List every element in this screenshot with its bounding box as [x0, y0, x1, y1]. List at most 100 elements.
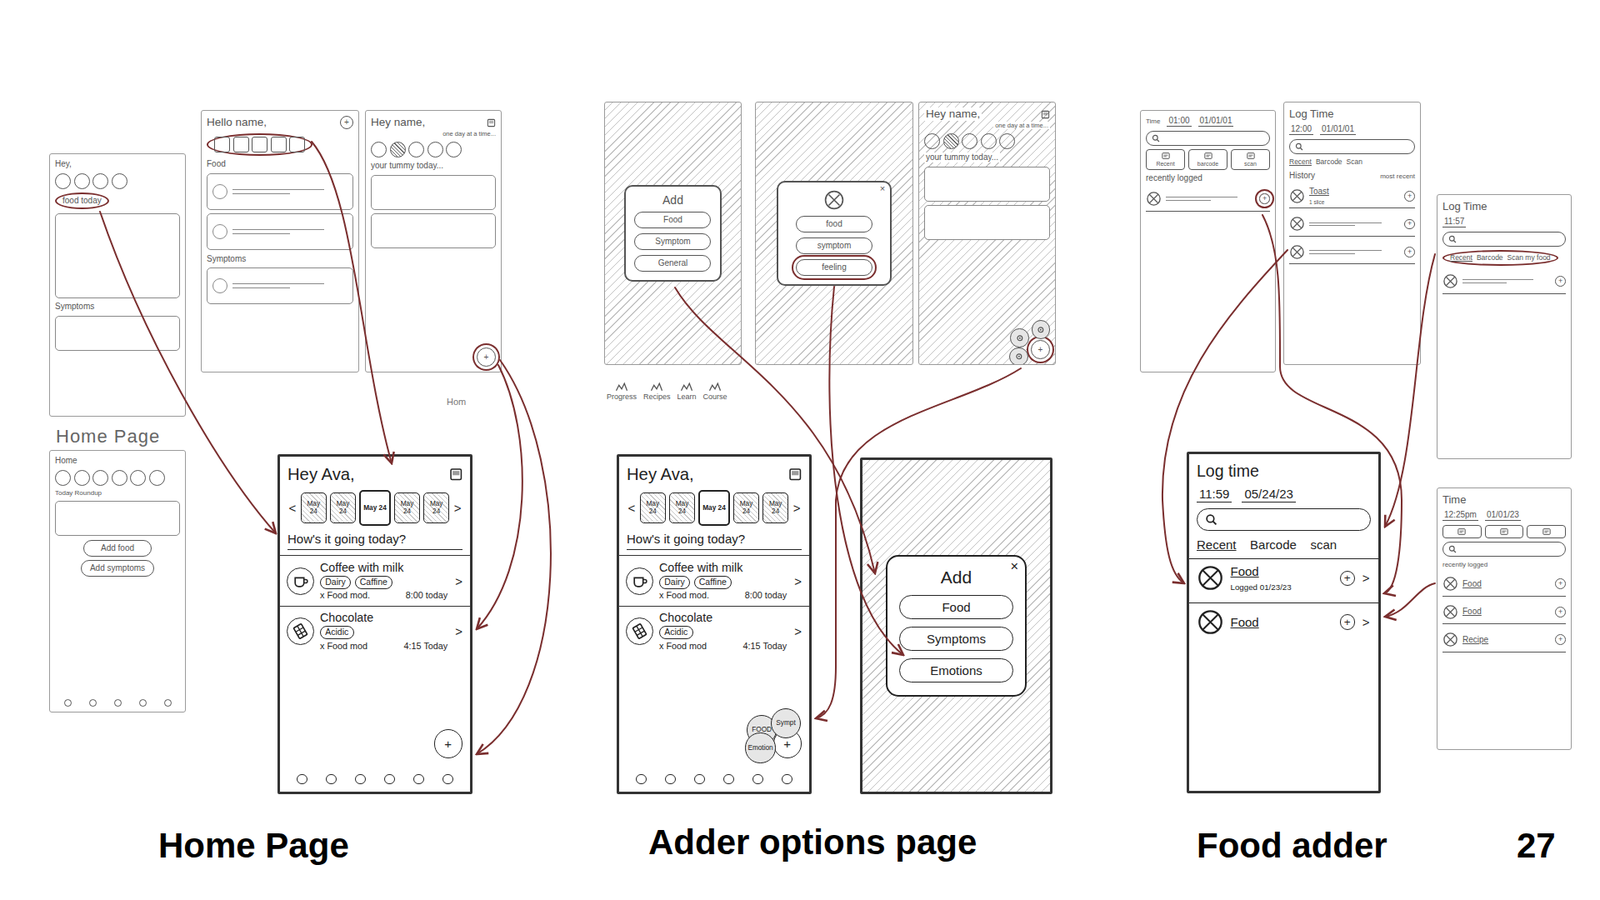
- tab-bar-item[interactable]: Recipes: [643, 381, 671, 402]
- date-chip[interactable]: May 24: [640, 492, 666, 523]
- food-entry[interactable]: Coffee with milk DairyCaffine x Food mod…: [619, 555, 810, 605]
- food-entry[interactable]: Coffee with milk DairyCaffine x Food mod…: [280, 555, 470, 605]
- day-marker[interactable]: [111, 470, 128, 486]
- open-chevron[interactable]: >: [1360, 570, 1371, 585]
- day-marker[interactable]: [214, 136, 230, 153]
- logged-item[interactable]: +: [1145, 187, 1270, 212]
- nav-item[interactable]: [781, 774, 793, 785]
- date-chip[interactable]: May 24: [698, 490, 730, 526]
- source-tab[interactable]: Barcode: [1250, 536, 1297, 554]
- day-marker[interactable]: [92, 470, 109, 486]
- day-marker[interactable]: [149, 470, 165, 486]
- tab-bar-item[interactable]: Learn: [677, 381, 697, 402]
- day-marker[interactable]: [427, 141, 444, 158]
- dialog-option[interactable]: food: [795, 215, 873, 233]
- dialog-option[interactable]: Symptoms: [899, 626, 1014, 651]
- day-marker[interactable]: [999, 133, 1015, 150]
- journal-icon[interactable]: [1040, 110, 1050, 120]
- add-button[interactable]: +: [1030, 340, 1050, 360]
- nav-item[interactable]: [635, 774, 647, 785]
- dialog-option[interactable]: feeling: [795, 259, 873, 276]
- nav-item[interactable]: [325, 774, 337, 785]
- dialog-option[interactable]: Food: [899, 595, 1014, 620]
- nav-item[interactable]: [64, 699, 72, 707]
- search-field[interactable]: [1442, 231, 1566, 247]
- day-marker[interactable]: [943, 133, 960, 150]
- open-chevron[interactable]: >: [1360, 615, 1371, 630]
- journal-icon[interactable]: [449, 467, 464, 482]
- prev-button[interactable]: <: [287, 500, 298, 515]
- source-tab[interactable]: [1485, 525, 1525, 539]
- open-chevron[interactable]: >: [793, 624, 804, 639]
- nav-item[interactable]: [355, 774, 366, 785]
- tab-bar-item[interactable]: Course: [703, 381, 728, 402]
- day-marker[interactable]: [74, 173, 90, 190]
- day-marker[interactable]: [924, 133, 940, 150]
- time-field[interactable]: 11:59: [1196, 486, 1232, 503]
- prev-button[interactable]: <: [626, 500, 637, 515]
- time-field[interactable]: 12:00: [1289, 124, 1314, 135]
- date-field[interactable]: 01/01/01: [1320, 124, 1356, 135]
- logged-item[interactable]: Food + >: [1189, 602, 1379, 641]
- dialog-option[interactable]: General: [634, 255, 711, 272]
- source-tab[interactable]: [1526, 525, 1566, 539]
- date-field[interactable]: 05/24/23: [1241, 486, 1295, 503]
- date-field[interactable]: 01/01/01: [1198, 115, 1235, 127]
- add-button[interactable]: +: [434, 729, 464, 759]
- add-button[interactable]: +: [1340, 614, 1355, 630]
- source-tab[interactable]: Recent: [1145, 149, 1185, 170]
- time-field[interactable]: 01:00: [1166, 115, 1191, 127]
- dialog-option[interactable]: Symptom: [634, 233, 711, 250]
- day-marker[interactable]: [370, 141, 387, 158]
- source-tab[interactable]: Scan: [1346, 157, 1363, 167]
- nav-item[interactable]: [413, 774, 425, 785]
- date-chip[interactable]: May 24: [762, 492, 789, 523]
- quick-add-option[interactable]: Emotion: [745, 732, 775, 763]
- open-chevron[interactable]: >: [454, 574, 465, 589]
- day-marker[interactable]: [445, 141, 462, 158]
- source-tab[interactable]: scan: [1230, 149, 1270, 170]
- day-marker[interactable]: [289, 136, 305, 153]
- nav-item[interactable]: [752, 774, 764, 785]
- add-button[interactable]: +: [1259, 193, 1270, 205]
- search-field[interactable]: [1145, 130, 1270, 146]
- entry-card[interactable]: [206, 173, 354, 210]
- day-marker[interactable]: [233, 136, 250, 153]
- search-field[interactable]: [1196, 508, 1371, 531]
- nav-item[interactable]: [665, 774, 676, 785]
- day-marker[interactable]: [961, 133, 978, 150]
- source-tab[interactable]: Recent: [1289, 157, 1312, 167]
- day-marker[interactable]: [92, 173, 109, 190]
- date-chip[interactable]: May 24: [300, 492, 327, 523]
- quick-add-option[interactable]: [1009, 347, 1029, 365]
- search-field[interactable]: [1289, 139, 1415, 155]
- day-marker[interactable]: [408, 141, 425, 158]
- logged-item[interactable]: +: [1442, 270, 1566, 295]
- quick-add-option[interactable]: [1010, 328, 1030, 348]
- logged-item[interactable]: Food Logged 01/23/23 + >: [1189, 558, 1379, 597]
- close-button[interactable]: ×: [880, 184, 885, 194]
- close-circle-icon[interactable]: [823, 189, 845, 211]
- daily-prompt[interactable]: How's it going today?: [626, 531, 802, 550]
- add-button[interactable]: +: [1404, 190, 1415, 202]
- date-chip[interactable]: May 24: [330, 492, 356, 523]
- day-marker[interactable]: [270, 136, 287, 153]
- dialog-option[interactable]: Emotions: [899, 658, 1014, 683]
- time-field[interactable]: 11:57: [1442, 216, 1466, 228]
- next-button[interactable]: >: [452, 500, 463, 515]
- source-tab[interactable]: Recent: [1450, 253, 1473, 263]
- add-button[interactable]: +: [1555, 578, 1566, 590]
- date-chip[interactable]: May 24: [394, 492, 420, 523]
- open-chevron[interactable]: >: [793, 574, 804, 589]
- time-field[interactable]: 12:25pm: [1442, 510, 1479, 521]
- dialog-option[interactable]: symptom: [795, 237, 873, 255]
- date-chip[interactable]: May 24: [669, 492, 695, 523]
- day-marker[interactable]: [55, 470, 71, 486]
- add-button[interactable]: +: [340, 115, 354, 130]
- logged-item[interactable]: +: [1289, 240, 1415, 265]
- logged-item[interactable]: Food +: [1442, 600, 1566, 625]
- logged-item[interactable]: Toast 1 slice +: [1289, 184, 1415, 209]
- action-pill[interactable]: Add food: [83, 540, 152, 557]
- food-entry[interactable]: Chocolate Acidic x Food mod 4:15 Today >: [619, 605, 810, 656]
- add-button[interactable]: +: [1404, 246, 1415, 258]
